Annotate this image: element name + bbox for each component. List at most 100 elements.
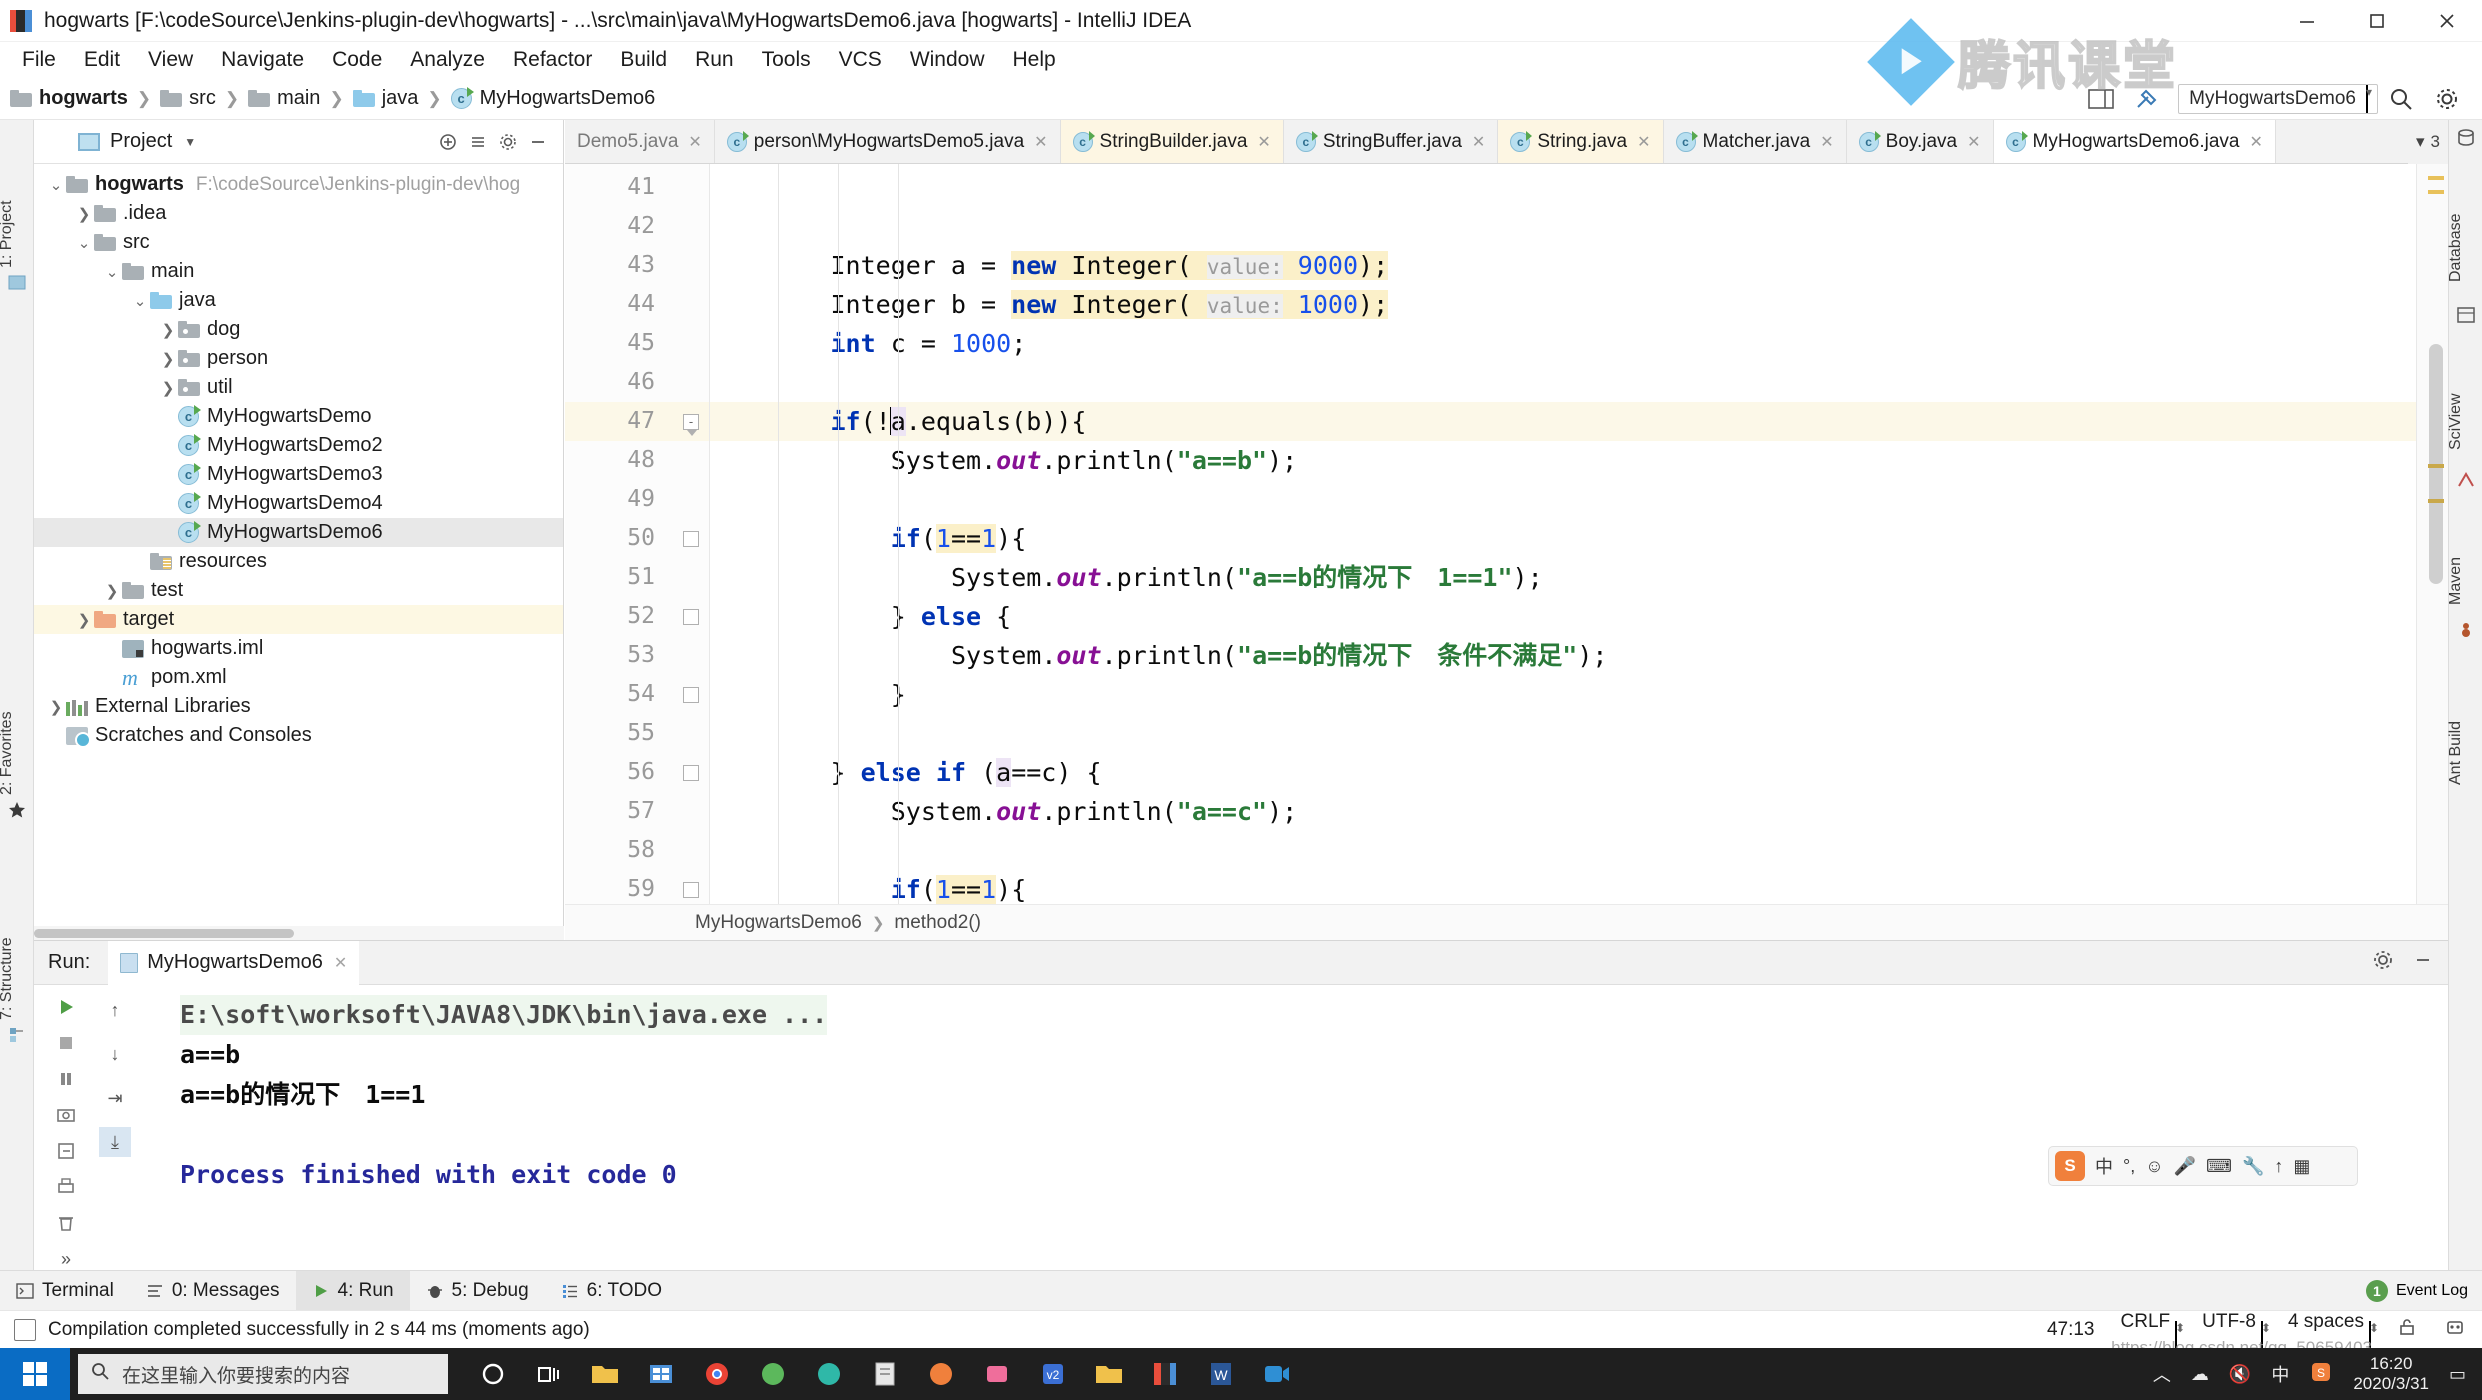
code-line[interactable]: } else if (a==c) { (710, 753, 1102, 792)
store-icon[interactable] (638, 1351, 684, 1397)
lock-icon[interactable] (2396, 1316, 2418, 1344)
ime-upload-icon[interactable]: ↑ (2274, 1156, 2283, 1177)
editor-tab-demo5-java[interactable]: Demo5.java ✕ (565, 120, 715, 163)
ime-keyboard-icon[interactable]: ⌨ (2206, 1156, 2232, 1177)
tree-node-main[interactable]: ⌄ main (34, 257, 563, 286)
tree-node-myhogwart-demo2[interactable]: c MyHogwartsDemo2 (34, 431, 563, 460)
taskbar-search-input[interactable]: 在这里输入你要搜索的内容 (78, 1354, 448, 1394)
bottom-tab-5-debug[interactable]: 5: Debug (410, 1271, 545, 1311)
chevron-down-icon[interactable]: ⌄ (46, 176, 66, 194)
code-line[interactable]: } (710, 675, 906, 714)
git-branch-icon[interactable] (2444, 1316, 2466, 1344)
app-pink-icon[interactable] (974, 1351, 1020, 1397)
line-number-gutter[interactable]: 41 42 43 44 45 46 47 - 48 49 50 51 52 53 54 55 56 57 58 59 (565, 164, 710, 904)
rerun-icon[interactable] (50, 995, 82, 1019)
tree-node-per-on[interactable]: ❯ person (34, 344, 563, 373)
code-fold-marker[interactable] (681, 870, 701, 904)
breadcrumb-method-name[interactable]: method2() (894, 912, 981, 934)
chevron-right-icon[interactable]: ❯ (74, 611, 94, 629)
close-icon[interactable]: ✕ (1967, 132, 1980, 152)
menu-tools[interactable]: Tools (748, 46, 825, 74)
chevron-down-icon[interactable]: ⌄ (102, 263, 122, 281)
tree-node-hogwart--iml[interactable]: hogwarts.iml (34, 634, 563, 663)
editor-marker-gutter[interactable] (2416, 164, 2448, 904)
warning-marker[interactable] (2428, 464, 2444, 468)
bottom-tab-6-todo[interactable]: 6: TODO (545, 1271, 678, 1311)
chevron-right-icon[interactable]: ❯ (158, 321, 178, 339)
tray-sogou-icon[interactable]: S (2309, 1360, 2333, 1389)
fold-toggle-icon[interactable]: - (683, 413, 699, 436)
chevron-down-icon[interactable]: ▼ (184, 135, 196, 149)
editor-tab-stringbuffer-java[interactable]: c StringBuffer.java ✕ (1283, 120, 1499, 163)
print-icon[interactable] (50, 1175, 82, 1199)
tree-node-re-ource-[interactable]: resources (34, 547, 563, 576)
code-fold-marker[interactable] (681, 597, 701, 636)
run-configuration-selector[interactable]: MyHogwartsDemo6 ▾ (2178, 84, 2378, 114)
menu-help[interactable]: Help (999, 46, 1070, 74)
onedrive-icon[interactable]: ☁ (2191, 1364, 2209, 1385)
project-panel-hscrollbar[interactable] (34, 926, 564, 940)
editor-tab-person-myhogwartsdemo5-java[interactable]: c person\MyHogwartsDemo5.java ✕ (714, 120, 1061, 163)
tray-expand-icon[interactable]: ︿ (2153, 1361, 2171, 1387)
hide-panel-icon[interactable] (523, 127, 553, 157)
editor-tab-stringbuilder-java[interactable]: c StringBuilder.java ✕ (1060, 120, 1284, 163)
close-icon[interactable]: ✕ (2249, 132, 2262, 152)
tree-node-java[interactable]: ⌄ java (34, 286, 563, 315)
delete-trash-icon[interactable] (50, 1211, 82, 1235)
ime-emoji-icon[interactable]: ☺ (2145, 1156, 2163, 1177)
chevron-right-icon[interactable]: ❯ (46, 698, 66, 716)
app-teal-icon[interactable] (806, 1351, 852, 1397)
code-line[interactable]: Integer b = new Integer( value: 1000); (710, 285, 1389, 324)
code-line[interactable]: int c = 1000; (710, 324, 1027, 363)
breadcrumb-class[interactable]: MyHogwartsDemo6 (480, 87, 656, 110)
fold-toggle-icon[interactable] (683, 530, 699, 547)
menu-window[interactable]: Window (896, 46, 999, 74)
build-hammer-icon[interactable] (2130, 82, 2164, 116)
chevron-right-icon[interactable]: ❯ (74, 205, 94, 223)
fold-toggle-icon[interactable] (683, 764, 699, 781)
more-options-icon[interactable]: » (50, 1247, 82, 1271)
code-line[interactable]: System.out.println("a==b的情况下 1==1"); (710, 558, 1543, 597)
tree-node-util[interactable]: ❯ util (34, 373, 563, 402)
maximize-button[interactable] (2342, 0, 2412, 42)
camera-icon[interactable] (50, 1103, 82, 1127)
notifications-icon[interactable]: ▭ (2449, 1364, 2466, 1385)
code-line[interactable]: System.out.println("a==b的情况下 条件不满足"); (710, 636, 1607, 675)
pause-icon[interactable] (50, 1067, 82, 1091)
export-icon[interactable] (50, 1139, 82, 1163)
layout-icon[interactable] (2084, 82, 2118, 116)
code-line[interactable]: System.out.println("a==c"); (710, 792, 1297, 831)
collapse-all-icon[interactable] (463, 127, 493, 157)
close-icon[interactable]: ✕ (1820, 132, 1833, 152)
app-doc-icon[interactable] (862, 1351, 908, 1397)
app-v2-icon[interactable]: v2 (1030, 1351, 1076, 1397)
editor-tab-boy-java[interactable]: c Boy.java ✕ (1846, 120, 1994, 163)
chevron-right-icon[interactable]: ❯ (158, 350, 178, 368)
tree-node--cratche- and con-ole-[interactable]: Scratches and Consoles (34, 721, 563, 750)
code-line[interactable]: System.out.println("a==b"); (710, 441, 1297, 480)
close-icon[interactable]: ✕ (1257, 132, 1270, 152)
sogou-ime-icon[interactable]: S (2055, 1151, 2085, 1181)
volume-icon[interactable]: 🔇 (2229, 1364, 2251, 1385)
tree-node--idea[interactable]: ❯ .idea (34, 199, 563, 228)
code-fold-marker[interactable] (681, 675, 701, 714)
tree-node-myhogwart-demo3[interactable]: c MyHogwartsDemo3 (34, 460, 563, 489)
fold-toggle-icon[interactable] (683, 881, 699, 898)
code-line[interactable]: Integer a = new Integer( value: 9000); (710, 246, 1389, 285)
breadcrumb-hogwarts[interactable]: hogwarts (39, 87, 128, 110)
warning-marker[interactable] (2428, 499, 2444, 503)
menu-code[interactable]: Code (318, 46, 396, 74)
close-icon[interactable]: ✕ (1637, 132, 1650, 152)
app-orange-icon[interactable] (918, 1351, 964, 1397)
menu-vcs[interactable]: VCS (825, 46, 896, 74)
scrollbar-thumb[interactable] (34, 929, 294, 938)
intellij-taskbar-icon[interactable] (1142, 1351, 1188, 1397)
editor-tab-matcher-java[interactable]: c Matcher.java ✕ (1663, 120, 1847, 163)
start-button[interactable] (0, 1348, 70, 1400)
ime-mode[interactable]: 中 (2095, 1153, 2113, 1179)
warning-marker[interactable] (2428, 190, 2444, 194)
task-view-icon[interactable] (526, 1351, 572, 1397)
settings-gear-icon[interactable] (493, 127, 523, 157)
close-icon[interactable]: ✕ (1472, 132, 1485, 152)
bottom-tab-terminal[interactable]: Terminal (0, 1271, 130, 1311)
